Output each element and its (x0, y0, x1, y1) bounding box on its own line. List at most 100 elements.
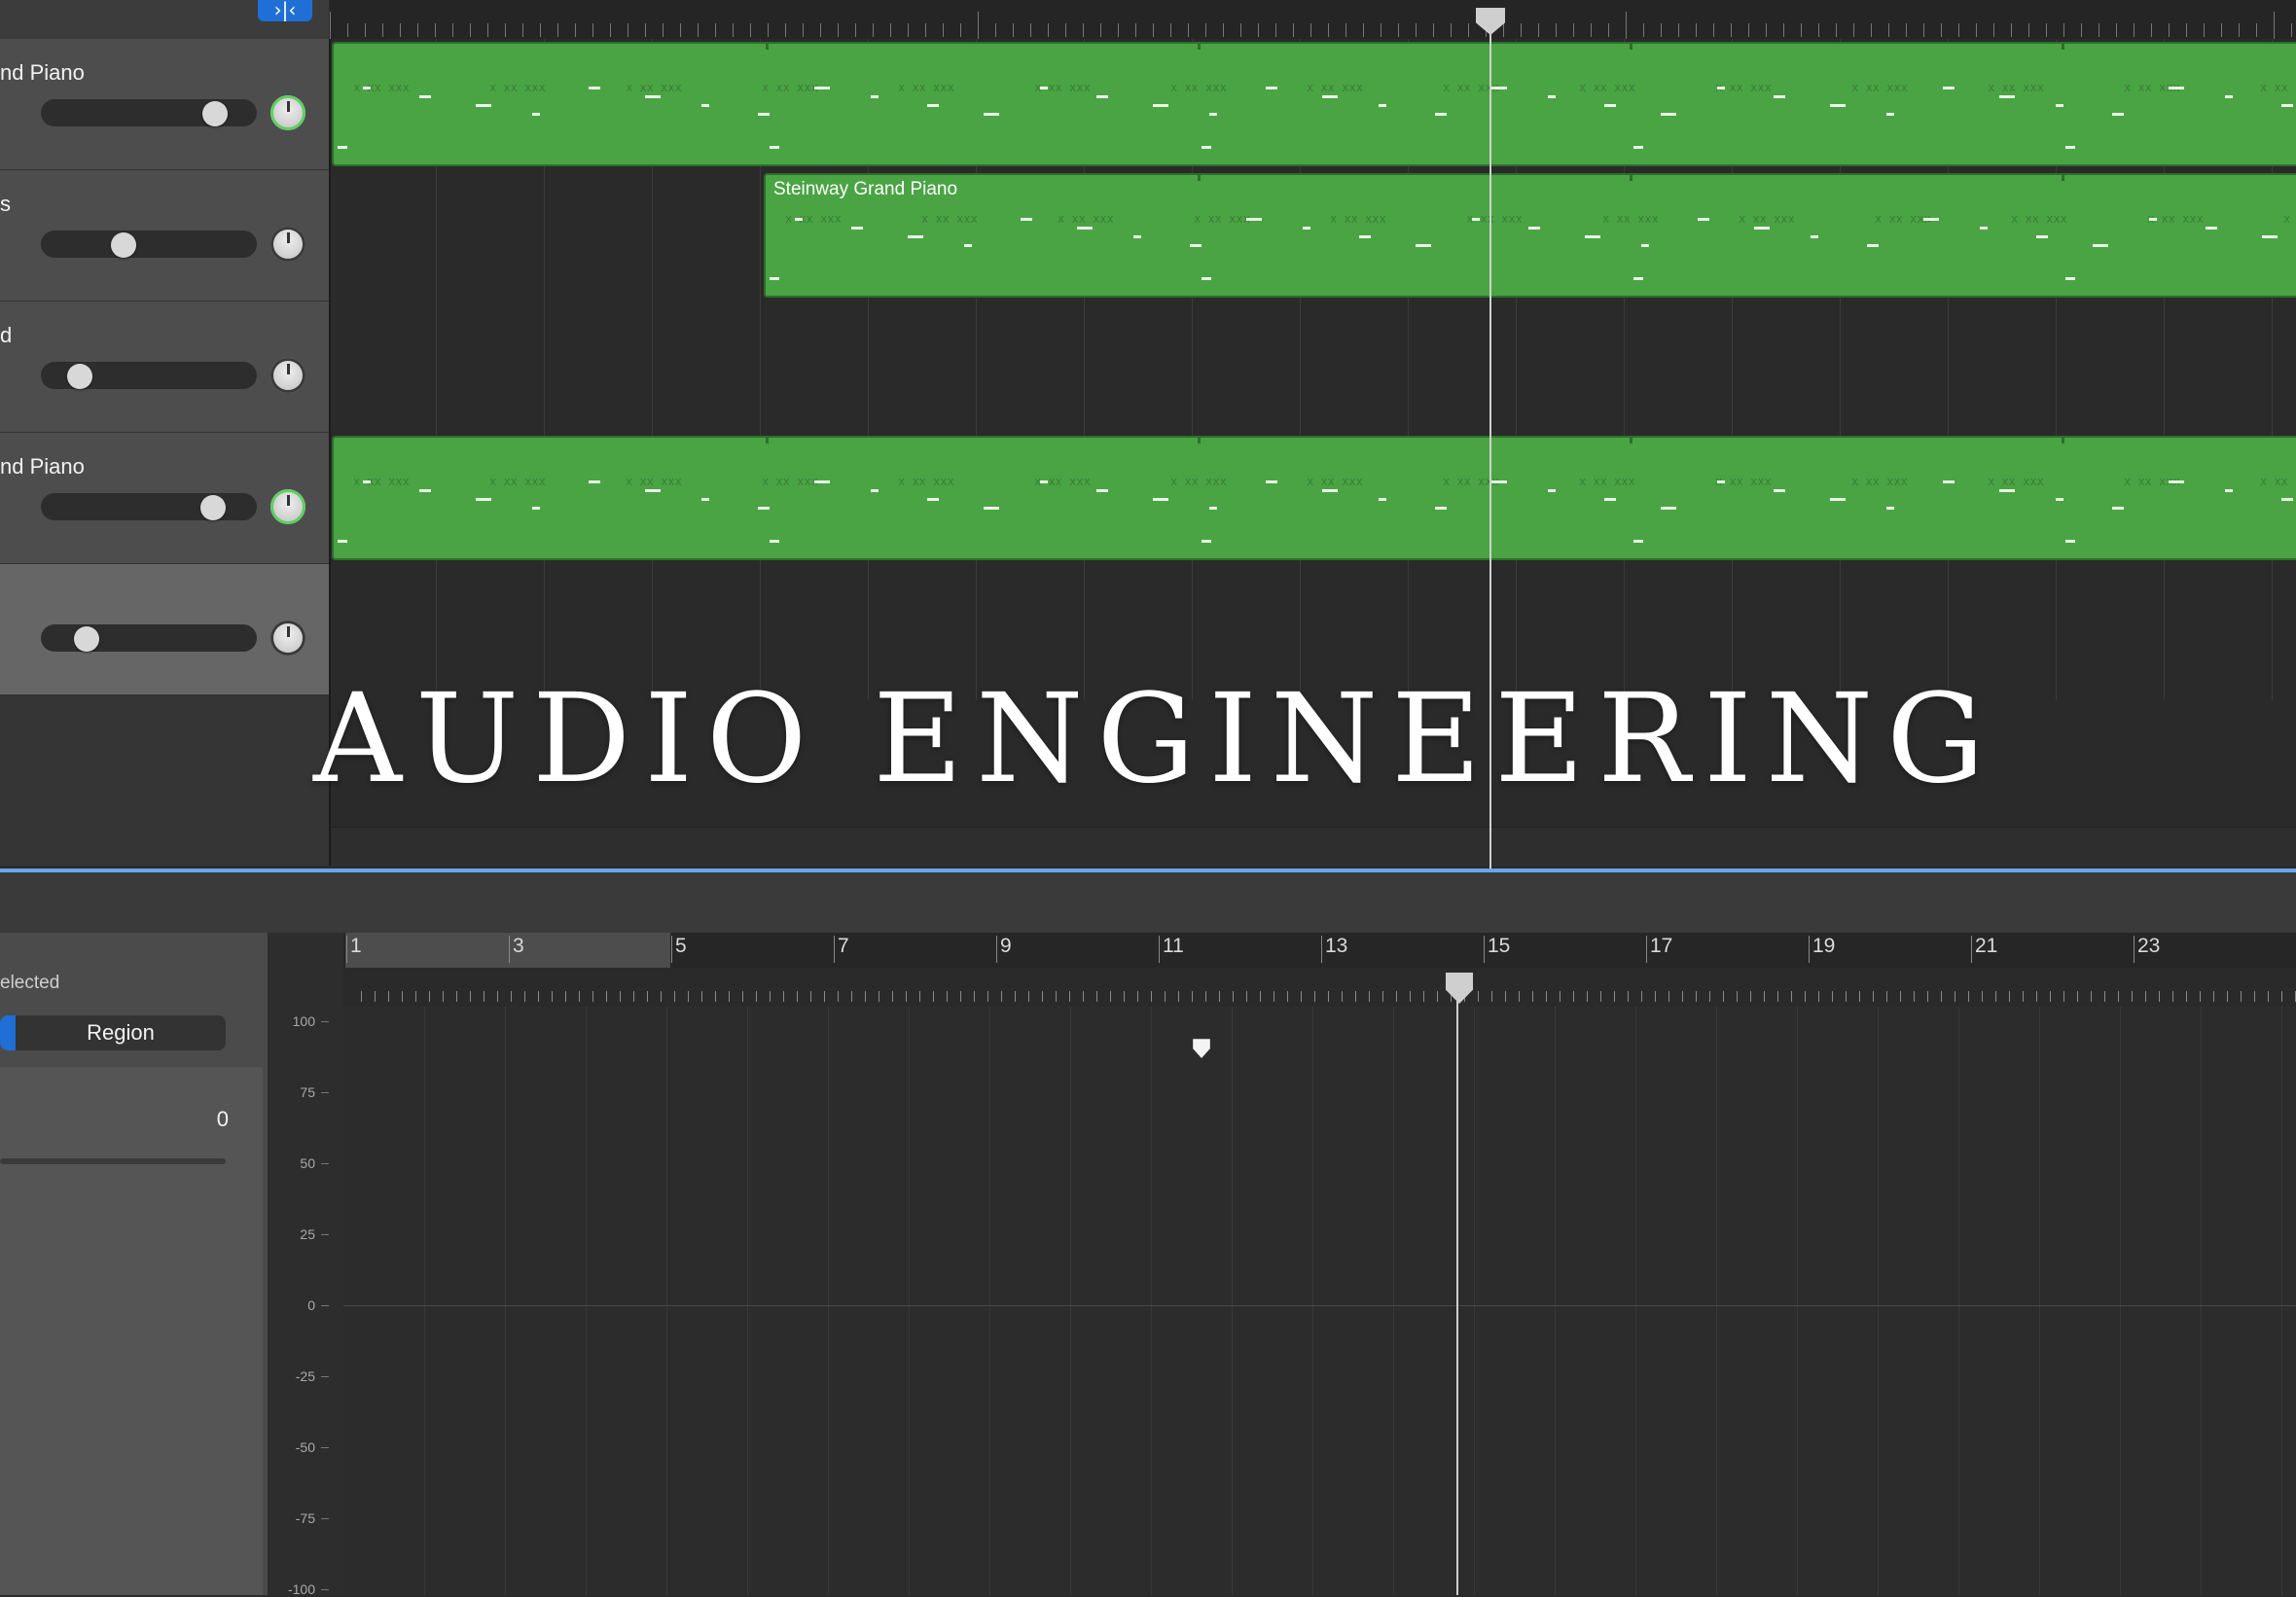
ruler-tick (1777, 991, 1778, 1002)
midi-region[interactable]: Steinway Grand Piano x xx xxx x xx xxx x … (764, 173, 2296, 298)
pan-knob[interactable] (270, 358, 305, 393)
midi-note (338, 540, 347, 543)
ruler-tick (820, 23, 821, 37)
midi-note (1943, 87, 1955, 89)
bar-tick (996, 936, 997, 963)
ruler-tick (1859, 991, 1860, 1002)
ruler-tick (1976, 23, 1977, 37)
midi-note (2065, 146, 2075, 149)
ruler-tick (1100, 23, 1101, 37)
bar-tick (671, 936, 672, 963)
ruler-tick (606, 991, 607, 1002)
grid-line (2039, 1007, 2040, 1595)
ruler-tick (1363, 23, 1364, 37)
y-tick-label: 50 (300, 1155, 315, 1171)
midi-note (1548, 489, 1556, 492)
ruler-tick (365, 23, 366, 37)
ghost-notes: x xx xxx (353, 81, 410, 94)
volume-thumb[interactable] (74, 626, 99, 652)
ruler-tick (688, 991, 689, 1002)
ruler-tick (943, 23, 944, 37)
pan-knob[interactable] (270, 489, 305, 524)
segmented-control[interactable]: Region (0, 1015, 226, 1050)
volume-slider[interactable] (41, 231, 257, 258)
ruler-tick (1709, 991, 1710, 1002)
volume-slider[interactable] (41, 624, 257, 652)
timeline-ruler-top[interactable] (330, 0, 2296, 40)
midi-note (589, 87, 600, 89)
ruler-tick (565, 991, 566, 1002)
volume-thumb[interactable] (200, 495, 226, 520)
track-header[interactable]: nd Piano (0, 433, 329, 565)
pan-knob[interactable] (270, 227, 305, 262)
midi-note (419, 95, 431, 98)
ruler-tick (1314, 991, 1315, 1002)
midi-region[interactable]: x xx xxx x xx xxx x xx xxx x xx xxx x xx… (332, 42, 2296, 166)
ruler-tick (890, 23, 891, 37)
region-segment[interactable]: Region (16, 1015, 226, 1050)
ruler-tick (1993, 23, 1994, 37)
midi-note (1980, 227, 1988, 230)
ruler-tick (783, 991, 784, 1002)
grid-line (1958, 1007, 1959, 1595)
ruler-tick (647, 991, 648, 1002)
volume-thumb[interactable] (111, 232, 136, 258)
ruler-tick (663, 23, 664, 37)
ruler-tick (1900, 991, 1901, 1002)
ruler-tick (1478, 991, 1479, 1002)
segment-track[interactable] (0, 1015, 16, 1050)
midi-region[interactable]: x xx xxx x xx xxx x xx xxx x xx xxx x xx… (332, 436, 2296, 560)
ruler-tick (2159, 991, 2160, 1002)
volume-thumb[interactable] (67, 364, 92, 389)
volume-slider[interactable] (41, 362, 257, 389)
volume-thumb[interactable] (202, 101, 228, 126)
ruler-tick (2239, 23, 2240, 37)
ruler-tick (2213, 991, 2214, 1002)
ruler-tick (2186, 991, 2187, 1002)
ruler-tick (1030, 23, 1031, 37)
grid-line (1474, 1007, 1475, 1595)
ruler-tick (1398, 23, 1399, 37)
volume-slider[interactable] (41, 99, 257, 126)
midi-note (2036, 235, 2048, 238)
editor-ruler-ticks[interactable] (343, 968, 2296, 1007)
pan-knob[interactable] (270, 621, 305, 656)
ruler-tick (1521, 23, 1522, 37)
automation-lane[interactable] (343, 1007, 2296, 1595)
cycle-region[interactable] (345, 933, 670, 968)
ruler-tick (1832, 991, 1833, 1002)
ruler-tick (1614, 991, 1615, 1002)
ruler-tick (1135, 23, 1136, 37)
ruler-tick (729, 991, 730, 1002)
value-slider[interactable] (0, 1158, 226, 1164)
ruler-tick (733, 23, 734, 37)
track-name: s (0, 192, 11, 216)
track-header[interactable]: d (0, 302, 329, 434)
midi-note (2112, 507, 2124, 510)
ruler-tick (1258, 23, 1259, 37)
volume-slider[interactable] (41, 493, 257, 520)
pan-knob[interactable] (270, 95, 305, 130)
bar-number: 3 (513, 935, 524, 957)
midi-note (1830, 104, 1846, 107)
ghost-notes: x xx xxx (898, 81, 954, 94)
bar-marker (2062, 44, 2064, 50)
ruler-tick (1927, 991, 1928, 1002)
ruler-tick (1355, 991, 1356, 1002)
midi-note (701, 104, 709, 107)
midi-note (1491, 480, 1507, 483)
midi-note (795, 218, 803, 221)
bar-marker (1630, 44, 1632, 50)
track-header[interactable]: nd Piano (0, 39, 329, 171)
ghost-notes: x xx xxx (489, 475, 546, 488)
ruler-tick (1328, 991, 1329, 1002)
value-readout: 0 (216, 1107, 229, 1131)
ruler-tick (1503, 23, 1504, 37)
ruler-tick (1083, 23, 1084, 37)
track-header[interactable]: s (0, 170, 329, 302)
ruler-tick (2151, 23, 2152, 37)
ruler-tick (995, 23, 996, 37)
track-lane[interactable] (332, 302, 2296, 434)
midi-note (770, 277, 779, 280)
split-button[interactable]: ›|‹ (258, 0, 312, 21)
